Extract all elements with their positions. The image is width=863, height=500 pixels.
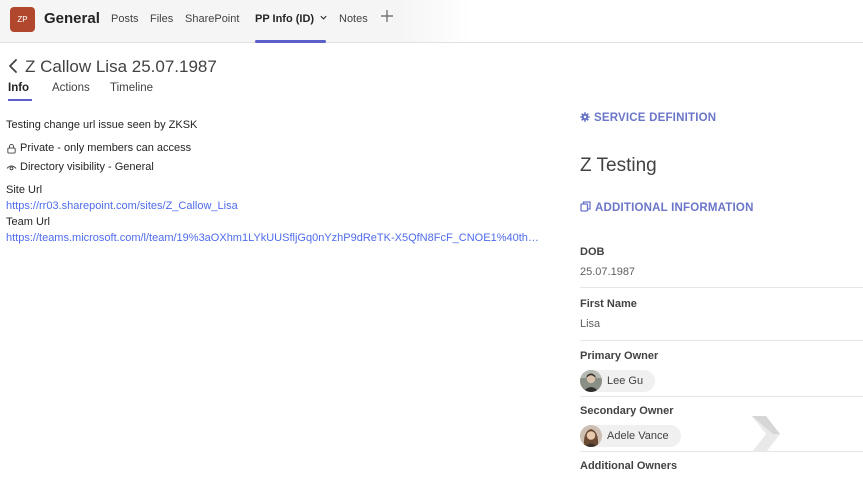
tab-files[interactable]: Files: [150, 13, 173, 25]
team-url-label: Team Url: [6, 216, 51, 228]
avatar: [580, 425, 602, 447]
team-description: Testing change url issue seen by ZKSK: [6, 119, 198, 131]
secondary-owner-pill[interactable]: Adele Vance: [580, 425, 681, 447]
gear-icon: [580, 112, 590, 122]
lock-icon: [7, 144, 16, 154]
field-value-dob: 25.07.1987: [580, 266, 636, 278]
field-label-primary-owner: Primary Owner: [580, 350, 659, 362]
field-label-secondary-owner: Secondary Owner: [580, 405, 674, 417]
primary-owner-name: Lee Gu: [607, 375, 644, 387]
active-tab-indicator: [255, 40, 326, 43]
visibility-text: Directory visibility - General: [20, 161, 154, 173]
eye-icon: [6, 165, 17, 171]
site-url-link[interactable]: https://rr03.sharepoint.com/sites/Z_Call…: [6, 200, 238, 212]
team-url-link[interactable]: https://teams.microsoft.com/l/team/19%3a…: [6, 232, 539, 244]
field-label-dob: DOB: [580, 246, 605, 258]
field-label-additional-owners: Additional Owners: [580, 460, 678, 472]
field-divider: [580, 287, 863, 288]
tab-sharepoint[interactable]: SharePoint: [185, 13, 239, 25]
tab-notes[interactable]: Notes: [339, 13, 368, 25]
subtab-info[interactable]: Info: [8, 82, 29, 94]
team-avatar[interactable]: ZP: [10, 7, 35, 32]
service-definition-heading-text: SERVICE DEFINITION: [594, 112, 717, 124]
service-definition-value: Z Testing: [580, 155, 657, 176]
tab-posts[interactable]: Posts: [111, 13, 139, 25]
additional-info-heading-text: ADDITIONAL INFORMATION: [595, 202, 754, 214]
avatar: [580, 370, 602, 392]
back-arrow-icon[interactable]: [6, 58, 20, 74]
tab-pp-info-label: PP Info (ID): [255, 13, 315, 25]
subtab-indicator: [8, 99, 32, 101]
site-url-label: Site Url: [6, 184, 43, 196]
service-definition-heading: SERVICE DEFINITION: [580, 112, 716, 124]
chevron-right-icon: [752, 416, 780, 452]
secondary-owner-name: Adele Vance: [607, 430, 669, 442]
chevron-down-icon[interactable]: [319, 13, 328, 22]
copy-icon: [580, 201, 591, 212]
field-divider: [580, 451, 863, 452]
field-divider: [580, 396, 863, 397]
header-blank-area: [400, 0, 863, 42]
tab-pp-info[interactable]: PP Info (ID): [255, 13, 328, 25]
field-divider: [580, 340, 863, 341]
privacy-text: Private - only members can access: [20, 142, 192, 154]
additional-info-heading: ADDITIONAL INFORMATION: [580, 201, 754, 214]
plus-icon[interactable]: [379, 8, 395, 24]
subtab-actions[interactable]: Actions: [52, 82, 90, 94]
subtab-timeline[interactable]: Timeline: [110, 82, 153, 94]
channel-name: General: [44, 10, 100, 27]
primary-owner-pill[interactable]: Lee Gu: [580, 370, 656, 392]
field-label-first-name: First Name: [580, 298, 637, 310]
channel-header: ZP General Posts Files SharePoint PP Inf…: [0, 0, 863, 43]
page-title: Z Callow Lisa 25.07.1987: [25, 57, 217, 76]
field-value-first-name: Lisa: [580, 318, 601, 330]
